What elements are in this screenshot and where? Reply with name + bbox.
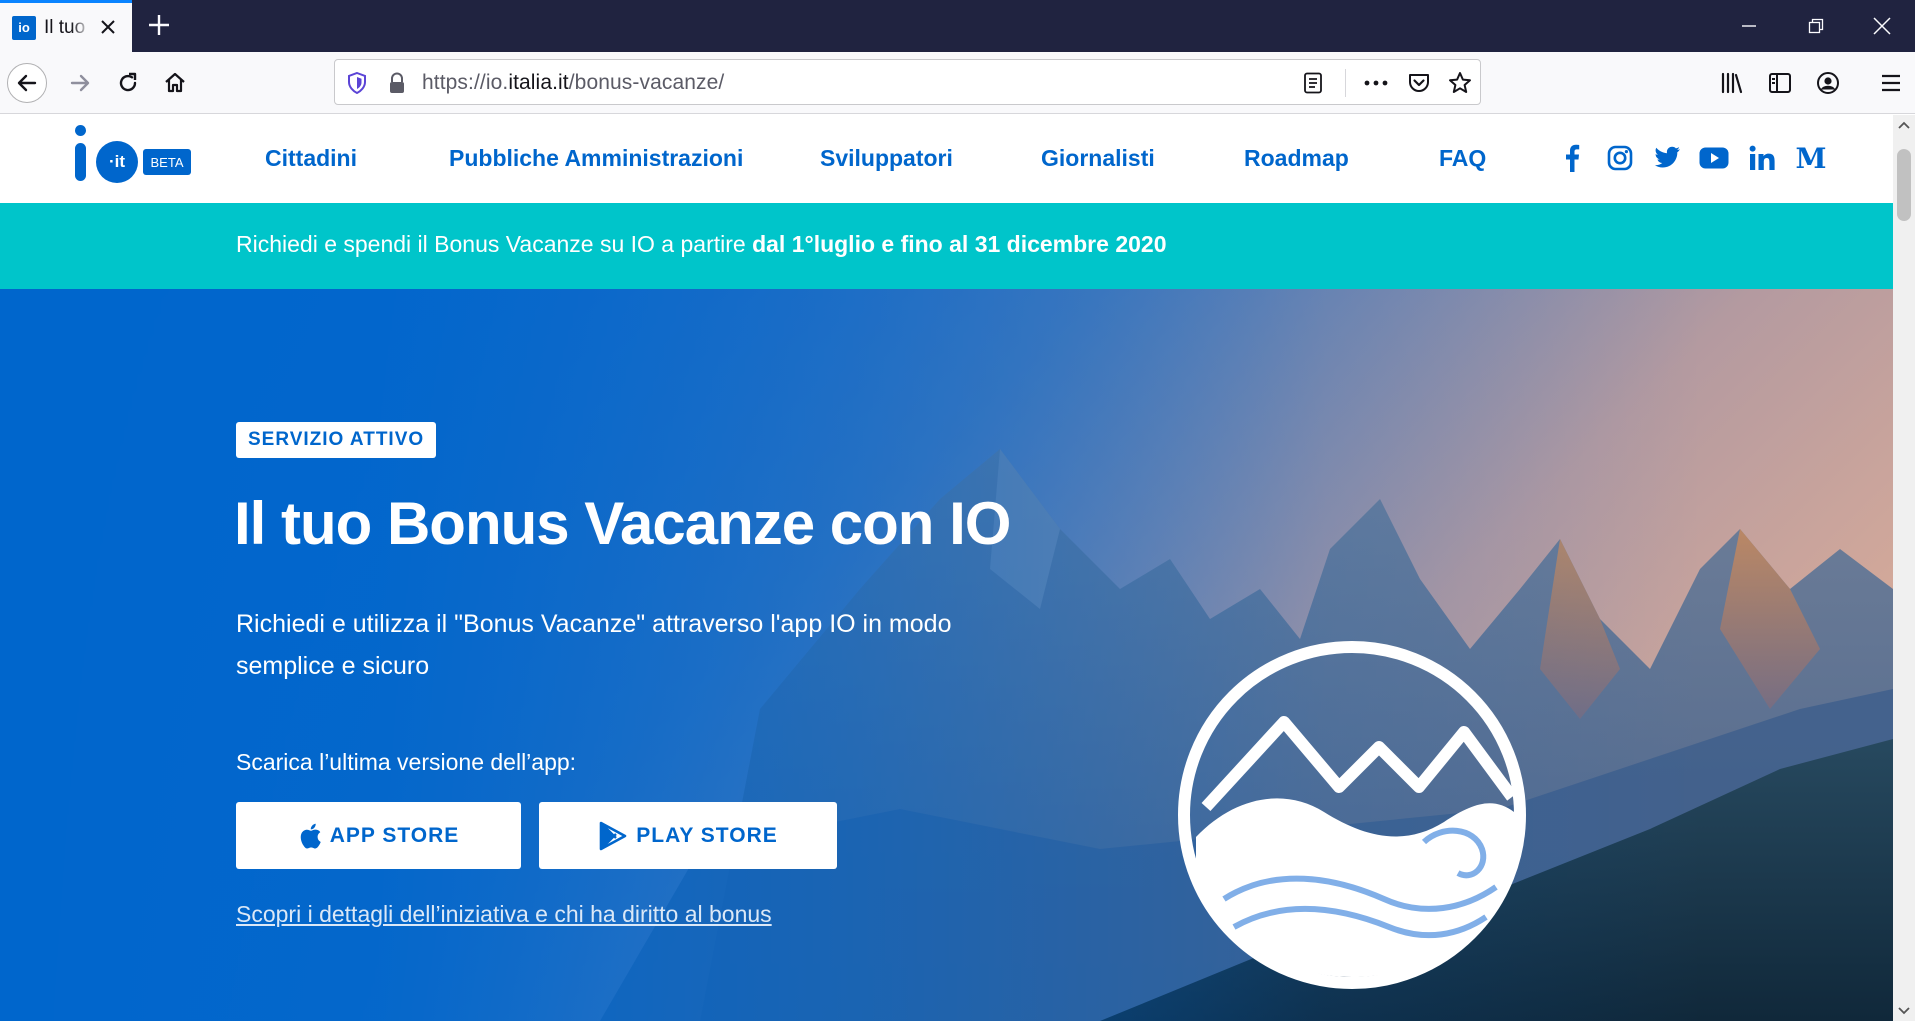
scrollbar-thumb[interactable]	[1897, 149, 1911, 221]
browser-toolbar: https://io.italia.it/bonus-vacanze/	[0, 52, 1915, 114]
app-store-label: APP STORE	[329, 823, 460, 847]
nav-roadmap[interactable]: Roadmap	[1244, 145, 1349, 175]
page-title: Il tuo Bonus Vacanze con IO	[234, 490, 1011, 557]
beta-badge: BETA	[143, 149, 191, 175]
instagram-icon[interactable]	[1605, 143, 1635, 173]
hamburger-menu-icon	[1882, 74, 1900, 92]
url-bar[interactable]: https://io.italia.it/bonus-vacanze/	[334, 59, 1481, 105]
bonus-vacanze-emblem-icon	[1178, 641, 1526, 989]
linkedin-icon[interactable]	[1748, 143, 1778, 173]
back-button[interactable]	[7, 63, 47, 103]
download-label: Scarica l’ultima versione dell’app:	[236, 749, 577, 775]
tab-title: Il tuo Bonus Vacanze con IO	[44, 16, 90, 38]
page-actions-ellipsis-icon[interactable]	[1364, 71, 1388, 95]
nav-sviluppatori[interactable]: Sviluppatori	[820, 145, 953, 175]
logo-i-stem	[75, 143, 86, 181]
announcement-banner: Richiedi e spendi il Bonus Vacanze su IO…	[0, 203, 1893, 289]
play-store-button[interactable]: PLAY STORE	[539, 802, 837, 869]
new-tab-button[interactable]	[144, 10, 174, 40]
lock-icon[interactable]	[385, 71, 409, 95]
scroll-up-arrow-icon[interactable]	[1893, 115, 1915, 135]
sidebar-toggle-button[interactable]	[1760, 63, 1800, 103]
bookmark-star-icon[interactable]	[1448, 71, 1472, 95]
nav-cittadini[interactable]: Cittadini	[265, 145, 357, 175]
youtube-icon[interactable]	[1699, 143, 1729, 173]
medium-letter: M	[1795, 141, 1827, 175]
arrow-left-icon	[17, 74, 37, 92]
initiative-details-link[interactable]: Scopri i dettagli dell’iniziativa e chi …	[236, 901, 772, 928]
play-store-icon	[599, 821, 627, 850]
arrow-right-icon	[70, 74, 90, 92]
twitter-icon[interactable]	[1652, 143, 1682, 173]
nav-pubbliche-amministrazioni[interactable]: Pubbliche Amministrazioni	[449, 145, 743, 175]
account-button[interactable]	[1808, 63, 1848, 103]
pocket-icon[interactable]	[1407, 71, 1431, 95]
page-viewport: ·it BETA Cittadini Pubbliche Amministraz…	[0, 115, 1893, 1021]
page-scrollbar[interactable]	[1893, 115, 1915, 1021]
medium-icon[interactable]: M	[1795, 141, 1827, 175]
forward-button[interactable]	[60, 63, 100, 103]
nav-faq[interactable]: FAQ	[1439, 145, 1486, 175]
close-icon	[1873, 17, 1891, 35]
app-store-button[interactable]: APP STORE	[236, 802, 521, 869]
site-header: ·it BETA Cittadini Pubbliche Amministraz…	[0, 115, 1893, 203]
plus-icon	[149, 15, 169, 35]
minimize-icon	[1742, 25, 1756, 27]
play-store-label: PLAY STORE	[636, 823, 778, 847]
sidebar-icon	[1769, 73, 1791, 93]
hero-section: SERVIZIO ATTIVO Il tuo Bonus Vacanze con…	[0, 289, 1893, 1021]
scroll-down-arrow-icon[interactable]	[1893, 1001, 1915, 1021]
account-icon	[1817, 72, 1839, 94]
browser-tab-strip: io Il tuo Bonus Vacanze con IO	[0, 0, 1915, 52]
reload-button[interactable]	[108, 63, 148, 103]
restore-button[interactable]	[1783, 0, 1849, 52]
facebook-icon[interactable]	[1557, 143, 1587, 173]
nav-giornalisti[interactable]: Giornalisti	[1041, 145, 1155, 175]
apple-icon	[300, 823, 321, 849]
logo-i-dot	[75, 125, 86, 136]
url-bar-separator	[1345, 69, 1346, 97]
announcement-text: Richiedi e spendi il Bonus Vacanze su IO…	[236, 231, 1167, 257]
close-window-button[interactable]	[1849, 0, 1915, 52]
library-icon	[1721, 72, 1743, 94]
home-icon	[165, 72, 185, 93]
reload-icon	[119, 72, 137, 92]
tracking-protection-shield-icon[interactable]	[345, 71, 369, 95]
browser-tab-active[interactable]: io Il tuo Bonus Vacanze con IO	[0, 0, 132, 52]
hero-description: Richiedi e utilizza il "Bonus Vacanze" a…	[236, 610, 952, 680]
minimize-button[interactable]	[1716, 0, 1782, 52]
library-button[interactable]	[1712, 63, 1752, 103]
io-logo[interactable]: ·it BETA	[72, 125, 192, 191]
close-tab-icon[interactable]	[96, 15, 120, 39]
service-status-badge: SERVIZIO ATTIVO	[236, 422, 437, 458]
home-button[interactable]	[155, 63, 195, 103]
logo-it-circle: ·it	[96, 141, 138, 183]
reader-view-icon[interactable]	[1301, 71, 1325, 95]
io-favicon-icon: io	[12, 15, 36, 40]
url-text[interactable]: https://io.italia.it/bonus-vacanze/	[422, 71, 724, 95]
restore-icon	[1808, 18, 1824, 34]
app-menu-button[interactable]	[1871, 63, 1911, 103]
